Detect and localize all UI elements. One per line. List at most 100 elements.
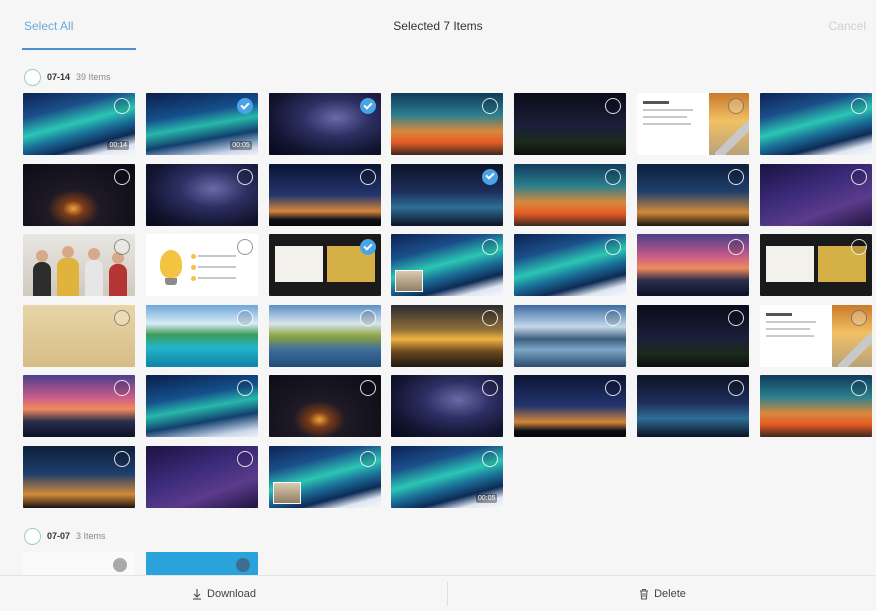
- select-circle-icon[interactable]: [482, 380, 499, 396]
- select-circle-icon[interactable]: [482, 309, 499, 326]
- media-tile[interactable]: [268, 375, 381, 437]
- media-tile[interactable]: [391, 304, 504, 367]
- select-circle-icon[interactable]: [728, 239, 744, 255]
- select-circle-icon[interactable]: [482, 239, 499, 255]
- media-tile[interactable]: [145, 375, 258, 437]
- media-tile[interactable]: [145, 445, 258, 508]
- group-select-radio[interactable]: [24, 527, 41, 545]
- page-title: Selected 7 Items: [393, 19, 483, 33]
- media-tile[interactable]: [145, 163, 258, 226]
- video-duration: 00:05: [475, 493, 498, 503]
- select-circle-icon[interactable]: [113, 558, 127, 572]
- select-circle-icon[interactable]: [359, 450, 376, 467]
- select-circle-icon[interactable]: [359, 309, 376, 326]
- select-circle-icon[interactable]: [728, 309, 744, 326]
- select-circle-icon[interactable]: [605, 309, 622, 326]
- select-circle-icon[interactable]: [850, 380, 867, 396]
- media-tile[interactable]: [268, 304, 381, 367]
- media-tile[interactable]: [145, 234, 258, 296]
- media-tile[interactable]: 00:14: [23, 93, 135, 155]
- media-tile[interactable]: [759, 304, 872, 367]
- media-tile[interactable]: [637, 93, 749, 155]
- media-tile[interactable]: [23, 234, 135, 296]
- download-button[interactable]: Download: [0, 576, 447, 611]
- media-tile[interactable]: [145, 304, 258, 367]
- inset-thumbnail: [395, 270, 424, 292]
- select-circle-icon[interactable]: [114, 168, 130, 185]
- bottom-action-bar: Download Delete: [0, 575, 876, 611]
- media-tile[interactable]: [23, 163, 135, 226]
- delete-button[interactable]: Delete: [448, 576, 876, 611]
- media-tile[interactable]: [23, 375, 135, 437]
- media-tile[interactable]: [391, 93, 504, 155]
- select-circle-icon[interactable]: [114, 239, 130, 255]
- media-tile[interactable]: 00:05: [391, 445, 504, 508]
- media-tile[interactable]: [514, 375, 627, 437]
- select-circle-icon[interactable]: [236, 558, 250, 572]
- media-tile[interactable]: [759, 93, 872, 155]
- select-circle-icon[interactable]: [482, 98, 499, 114]
- select-circle-icon[interactable]: [359, 168, 376, 185]
- selected-check-icon[interactable]: [359, 239, 376, 255]
- select-circle-icon[interactable]: [605, 98, 622, 114]
- group-count: 3 Items: [76, 531, 106, 541]
- media-tile[interactable]: [268, 234, 381, 296]
- media-tile[interactable]: [391, 375, 504, 437]
- media-tile[interactable]: 00:05: [145, 93, 258, 155]
- select-circle-icon[interactable]: [605, 239, 622, 255]
- group-select-radio[interactable]: [24, 68, 41, 86]
- group-count: 39 Items: [76, 72, 111, 82]
- select-circle-icon[interactable]: [728, 168, 744, 185]
- media-tile[interactable]: [759, 375, 872, 437]
- select-circle-icon[interactable]: [850, 168, 867, 185]
- document-preview: [643, 101, 703, 130]
- media-tile[interactable]: [391, 163, 504, 226]
- cancel-button[interactable]: Cancel: [829, 19, 866, 33]
- select-circle-icon[interactable]: [236, 239, 253, 255]
- select-circle-icon[interactable]: [850, 309, 867, 326]
- select-circle-icon[interactable]: [236, 309, 253, 326]
- media-tile[interactable]: [514, 163, 627, 226]
- select-circle-icon[interactable]: [728, 98, 744, 114]
- selected-check-icon[interactable]: [482, 168, 499, 185]
- group-header: 07-07 3 Items: [24, 527, 106, 545]
- select-circle-icon[interactable]: [605, 168, 622, 185]
- select-circle-icon[interactable]: [605, 380, 622, 396]
- media-tile[interactable]: [268, 445, 381, 508]
- media-tile[interactable]: [268, 93, 381, 155]
- select-circle-icon[interactable]: [114, 309, 130, 326]
- media-tile[interactable]: [514, 304, 627, 367]
- media-tile[interactable]: [637, 163, 749, 226]
- trash-icon: [640, 589, 649, 600]
- video-duration: 00:14: [107, 141, 129, 150]
- media-tile[interactable]: [23, 304, 135, 367]
- lightbulb-icon: [159, 250, 182, 278]
- select-circle-icon[interactable]: [114, 380, 130, 396]
- select-circle-icon[interactable]: [850, 98, 867, 114]
- select-all-underline: [22, 48, 136, 50]
- select-circle-icon[interactable]: [114, 450, 130, 467]
- media-tile[interactable]: [391, 234, 504, 296]
- selected-check-icon[interactable]: [359, 98, 376, 114]
- selected-check-icon[interactable]: [236, 98, 253, 114]
- select-circle-icon[interactable]: [114, 98, 130, 114]
- media-tile[interactable]: [514, 234, 627, 296]
- media-tile[interactable]: [637, 304, 749, 367]
- media-tile[interactable]: [759, 163, 872, 226]
- inset-thumbnail: [272, 481, 301, 504]
- media-tile[interactable]: [23, 445, 135, 508]
- media-tile[interactable]: [637, 375, 749, 437]
- select-circle-icon[interactable]: [359, 380, 376, 396]
- media-tile[interactable]: [146, 552, 258, 575]
- select-circle-icon[interactable]: [482, 450, 499, 467]
- select-circle-icon[interactable]: [728, 380, 744, 396]
- select-circle-icon[interactable]: [850, 239, 867, 255]
- media-tile[interactable]: [268, 163, 381, 226]
- media-tile[interactable]: [759, 234, 872, 296]
- media-tile[interactable]: [514, 93, 627, 155]
- media-tile[interactable]: [637, 234, 749, 296]
- media-tile[interactable]: [23, 552, 135, 575]
- select-circle-icon[interactable]: [236, 168, 253, 185]
- select-circle-icon[interactable]: [236, 380, 253, 396]
- select-circle-icon[interactable]: [236, 450, 253, 467]
